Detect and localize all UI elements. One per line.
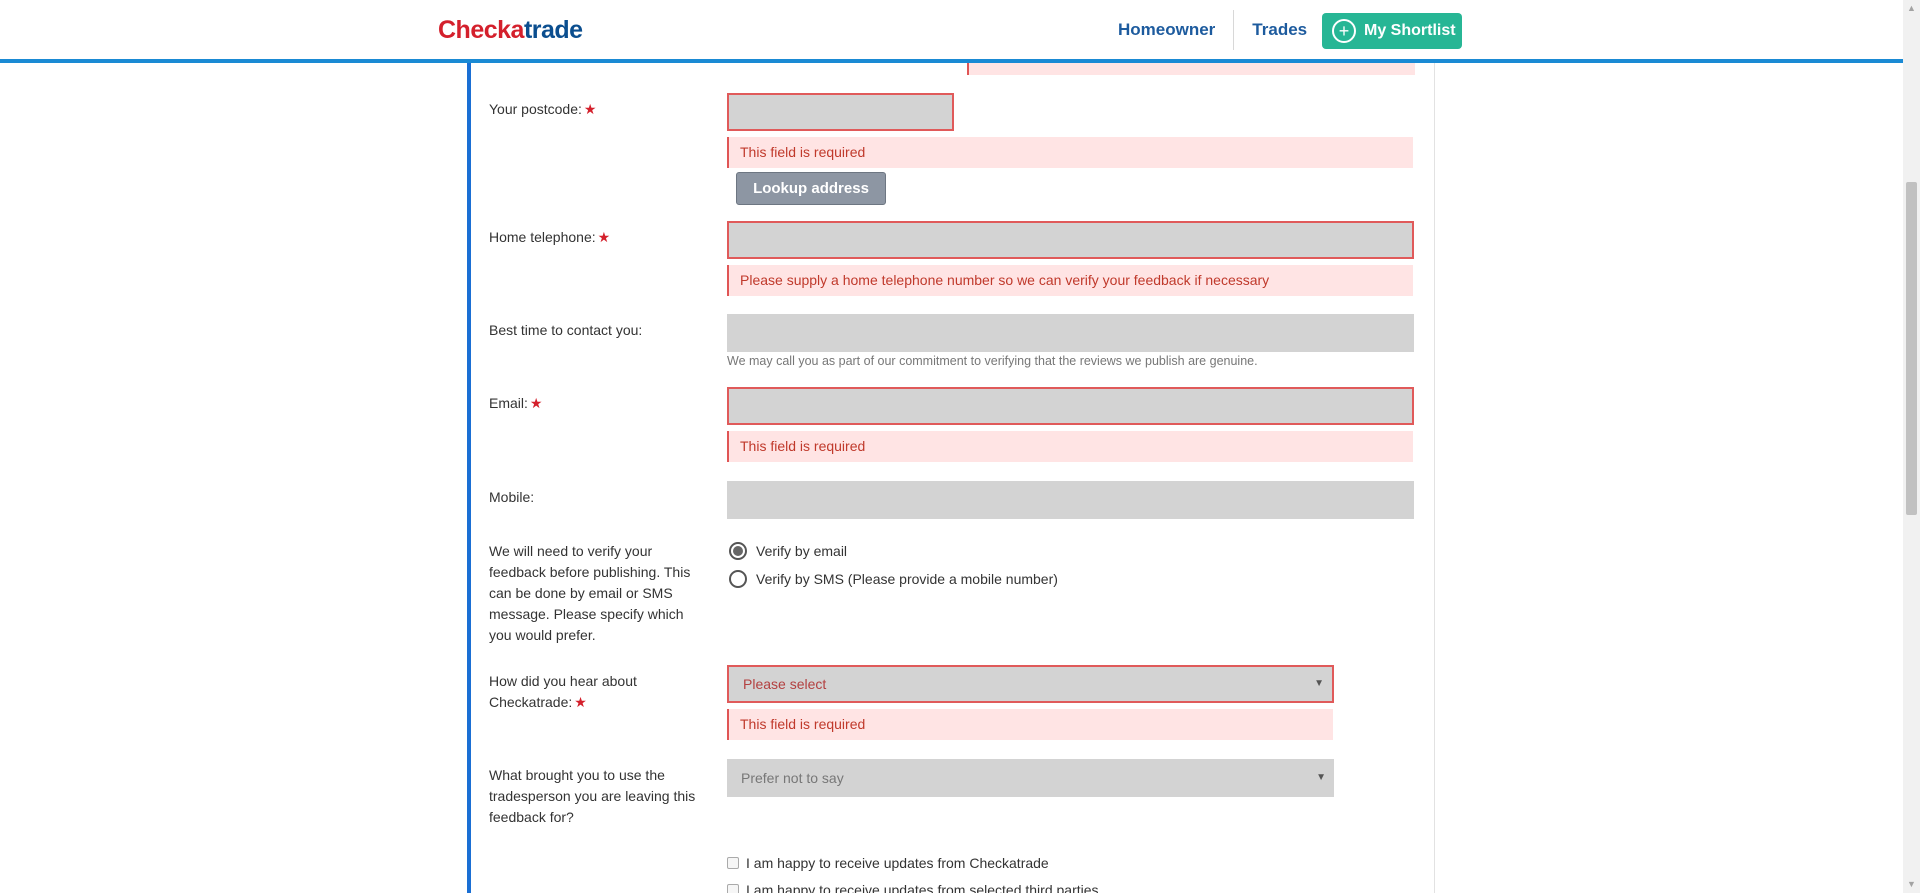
updates-checkatrade-label: I am happy to receive updates from Check… — [746, 855, 1049, 871]
radio-unselected-icon[interactable] — [729, 570, 747, 588]
radio-selected-icon[interactable] — [729, 542, 747, 560]
updates-checkatrade-option[interactable]: I am happy to receive updates from Check… — [727, 855, 1049, 871]
hear-about-label-line: Checkatrade: — [489, 694, 573, 710]
verify-email-label: Verify by email — [756, 543, 848, 559]
checkbox-icon[interactable] — [727, 884, 739, 893]
page: Checkatrade Homeowner Trades + My Shortl… — [0, 0, 1920, 893]
best-time-label: Best time to contact you: — [489, 322, 643, 338]
verify-sms-label: Verify by SMS (Please provide a mobile n… — [756, 571, 1058, 587]
mobile-input[interactable] — [727, 481, 1414, 519]
required-star-icon: ★ — [597, 229, 611, 245]
logo-text-trade: trade — [523, 16, 583, 44]
plus-circle-icon: + — [1332, 19, 1356, 43]
required-star-icon: ★ — [529, 395, 543, 411]
email-input[interactable] — [727, 387, 1414, 425]
verify-email-option[interactable]: Verify by email — [729, 542, 847, 560]
required-star-icon: ★ — [574, 694, 587, 710]
checkatrade-logo[interactable]: Checkatrade — [438, 16, 583, 45]
home-telephone-label-text: Home telephone: — [489, 229, 596, 245]
what-brought-label-line: tradesperson you are leaving this — [489, 788, 696, 804]
what-brought-label-line: What brought you to use the — [489, 767, 665, 783]
email-error: This field is required — [727, 431, 1413, 462]
checkbox-icon[interactable] — [727, 857, 739, 869]
what-brought-label: What brought you to use the tradesperson… — [489, 765, 695, 828]
home-telephone-error: Please supply a home telephone number so… — [727, 265, 1413, 296]
shortlist-label: My Shortlist — [1364, 22, 1456, 39]
postcode-input[interactable] — [727, 93, 954, 131]
email-label: Email: ★ — [489, 393, 542, 414]
hear-about-error: This field is required — [727, 709, 1333, 740]
verify-label: We will need to verify your feedback bef… — [489, 541, 690, 646]
postcode-label: Your postcode: ★ — [489, 99, 596, 120]
hear-about-label: How did you hear about Checkatrade: ★ — [489, 671, 637, 713]
dropdown-caret-icon: ▼ — [1314, 678, 1324, 689]
home-telephone-label: Home telephone: ★ — [489, 227, 610, 248]
previous-error-box — [967, 63, 1415, 75]
hear-about-select[interactable]: Please select ▼ — [727, 665, 1334, 703]
email-label-text: Email: — [489, 395, 528, 411]
verify-label-line: can be done by email or SMS — [489, 585, 673, 601]
what-brought-selected-value: Prefer not to say — [741, 770, 844, 786]
nav-trades-link[interactable]: Trades — [1234, 20, 1325, 40]
verify-sms-option[interactable]: Verify by SMS (Please provide a mobile n… — [729, 570, 1058, 588]
best-time-input[interactable] — [727, 314, 1414, 352]
required-star-icon: ★ — [583, 101, 597, 117]
verify-label-line: you would prefer. — [489, 627, 596, 643]
hear-about-selected-value: Please select — [743, 676, 827, 692]
verify-label-line: message. Please specify which — [489, 606, 684, 622]
postcode-label-text: Your postcode: — [489, 101, 582, 117]
scroll-up-arrow-icon[interactable]: ▲ — [1903, 0, 1920, 17]
scrollbar-thumb[interactable] — [1906, 182, 1917, 515]
my-shortlist-button[interactable]: + My Shortlist — [1322, 13, 1462, 49]
dropdown-caret-icon: ▼ — [1316, 772, 1326, 783]
scroll-down-arrow-icon[interactable]: ▼ — [1903, 876, 1920, 893]
page-scrollbar[interactable]: ▲ ▼ — [1903, 0, 1920, 893]
hear-about-label-line: How did you hear about — [489, 673, 637, 689]
updates-third-parties-option[interactable]: I am happy to receive updates from selec… — [727, 882, 1099, 893]
logo-text-a: a — [510, 16, 525, 44]
what-brought-label-line: feedback for? — [489, 809, 574, 825]
updates-third-parties-label: I am happy to receive updates from selec… — [746, 882, 1099, 893]
home-telephone-input[interactable] — [727, 221, 1414, 259]
verify-label-line: feedback before publishing. This — [489, 564, 691, 580]
lookup-address-button[interactable]: Lookup address — [736, 172, 886, 205]
verify-label-line: We will need to verify your — [489, 543, 653, 559]
best-time-hint: We may call you as part of our commitmen… — [727, 354, 1258, 368]
top-nav: Homeowner Trades — [1100, 10, 1325, 50]
postcode-error: This field is required — [727, 137, 1413, 168]
site-header: Checkatrade Homeowner Trades + My Shortl… — [0, 0, 1903, 63]
nav-homeowner-link[interactable]: Homeowner — [1100, 20, 1233, 40]
what-brought-select[interactable]: Prefer not to say ▼ — [727, 759, 1334, 797]
mobile-label: Mobile: — [489, 489, 535, 505]
logo-text-check: Check — [438, 16, 511, 44]
